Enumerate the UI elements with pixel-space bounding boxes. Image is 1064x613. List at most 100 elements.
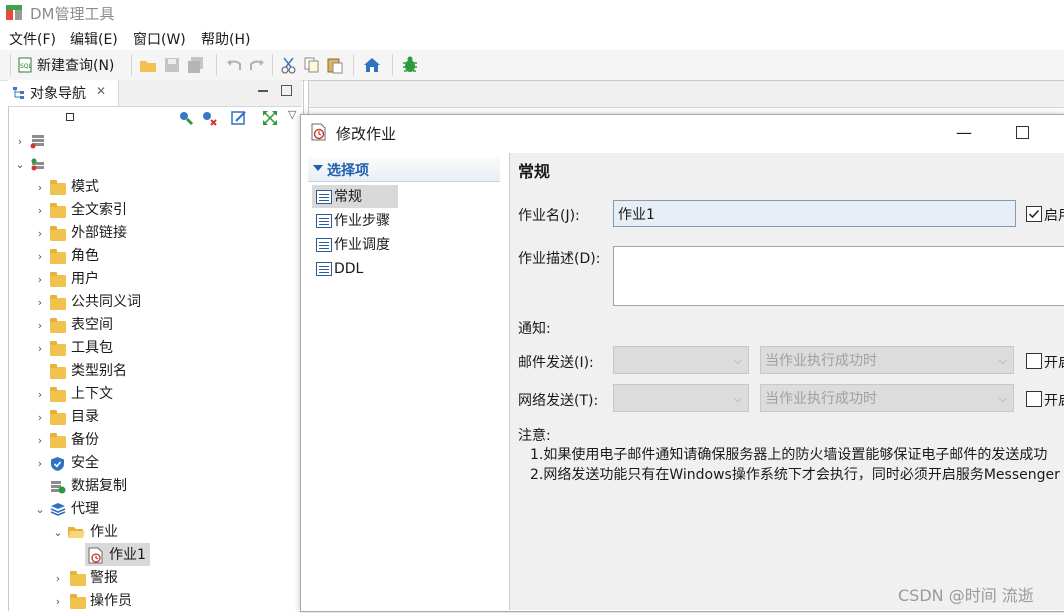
paste-icon[interactable] bbox=[326, 56, 344, 74]
mail-recipient-select[interactable]: ⌵ bbox=[613, 346, 749, 374]
chevron-right-icon[interactable]: › bbox=[34, 251, 46, 263]
nav-tab-label: 对象导航 bbox=[30, 86, 86, 102]
cut-icon[interactable] bbox=[280, 56, 298, 74]
tree-item-label: 备份 bbox=[71, 432, 99, 448]
undo-icon[interactable] bbox=[225, 56, 243, 74]
notify-label: 通知: bbox=[518, 321, 551, 337]
dialog-options-pane bbox=[301, 153, 510, 610]
chevron-right-icon[interactable]: › bbox=[34, 182, 46, 194]
folder-icon bbox=[50, 295, 66, 310]
tree-item-label: 数据复制 bbox=[71, 478, 127, 494]
chevron-right-icon[interactable]: › bbox=[34, 458, 46, 470]
menu-help[interactable]: 帮助(H) bbox=[201, 29, 250, 49]
section-title: 常规 bbox=[518, 162, 551, 181]
chevron-right-icon[interactable]: › bbox=[34, 412, 46, 424]
save-icon[interactable] bbox=[163, 56, 181, 74]
job-edit-icon bbox=[311, 123, 326, 141]
tree-item-label: 目录 bbox=[71, 409, 99, 425]
menu-window[interactable]: 窗口(W) bbox=[133, 29, 186, 49]
save-all-icon[interactable] bbox=[187, 56, 205, 74]
folder-icon bbox=[50, 180, 66, 195]
chevron-down-icon[interactable]: ⌄ bbox=[34, 504, 46, 516]
note-line-2: 2.网络发送功能只有在Windows操作系统下才会执行，同时必须开启服务Mess… bbox=[530, 467, 1060, 483]
tree-item-label: 类型别名 bbox=[71, 363, 127, 379]
minimize-view-icon[interactable] bbox=[258, 90, 268, 92]
tree-item-label: 作业1 bbox=[109, 547, 146, 563]
mail-enable-label: 开启 bbox=[1044, 355, 1064, 371]
chevron-right-icon[interactable]: › bbox=[34, 274, 46, 286]
dialog-titlebar bbox=[301, 115, 1064, 153]
chevron-right-icon[interactable]: › bbox=[34, 343, 46, 355]
toolbar-separator bbox=[353, 54, 354, 76]
new-query-label: 新建查询(N) bbox=[37, 58, 115, 74]
tree-item-label: 外部链接 bbox=[71, 225, 127, 241]
chevron-right-icon[interactable]: › bbox=[34, 297, 46, 309]
triangle-down-icon bbox=[313, 165, 323, 171]
replication-icon bbox=[51, 481, 66, 494]
dialog-minimize-button[interactable]: — bbox=[956, 123, 972, 142]
agent-stack-icon bbox=[50, 503, 66, 516]
copy-icon[interactable] bbox=[303, 56, 321, 74]
chevron-right-icon[interactable]: › bbox=[34, 435, 46, 447]
toolbar-separator bbox=[216, 54, 217, 76]
disconnect-icon[interactable] bbox=[200, 109, 218, 127]
folder-icon bbox=[70, 594, 86, 609]
folder-icon bbox=[50, 272, 66, 287]
chevron-right-icon[interactable]: › bbox=[34, 389, 46, 401]
toolbar-separator bbox=[392, 54, 393, 76]
job-desc-label: 作业描述(D): bbox=[518, 251, 601, 267]
job-document-icon bbox=[88, 547, 103, 564]
connect-icon[interactable] bbox=[177, 109, 195, 127]
job-name-input[interactable]: 作业1 bbox=[613, 200, 1016, 227]
note-line-1: 1.如果使用电子邮件通知请确保服务器上的防火墙设置能够保证电子邮件的发送成功 bbox=[530, 447, 1048, 463]
home-icon[interactable] bbox=[363, 56, 381, 74]
chevron-right-icon[interactable]: › bbox=[14, 136, 26, 148]
folder-icon bbox=[70, 571, 86, 586]
toolbar-separator bbox=[131, 54, 132, 76]
chevron-down-icon[interactable]: ⌄ bbox=[52, 527, 64, 539]
enable-checkbox[interactable] bbox=[1026, 206, 1042, 222]
chevron-right-icon[interactable]: › bbox=[52, 573, 64, 585]
new-query-button[interactable]: SQL 新建查询(N) bbox=[18, 52, 114, 78]
net-enable-checkbox[interactable] bbox=[1026, 391, 1042, 407]
folder-icon bbox=[50, 203, 66, 218]
net-condition-select[interactable]: 当作业执行成功时 ⌵ bbox=[760, 384, 1014, 412]
chevron-right-icon[interactable]: › bbox=[52, 596, 64, 608]
net-recipient-select[interactable]: ⌵ bbox=[613, 384, 749, 412]
watermark: CSDN @时间 流逝 bbox=[898, 586, 1034, 605]
app-title: DM管理工具 bbox=[30, 5, 115, 23]
mail-send-label: 邮件发送(I): bbox=[518, 355, 594, 371]
tree-item-label: 安全 bbox=[71, 455, 99, 471]
list-icon bbox=[316, 214, 332, 228]
redo-icon[interactable] bbox=[248, 56, 266, 74]
chevron-right-icon[interactable]: › bbox=[34, 228, 46, 240]
chevron-down-icon[interactable]: ⌄ bbox=[14, 159, 26, 171]
note-title: 注意: bbox=[518, 428, 551, 444]
note-block: 1.如果使用电子邮件通知请确保服务器上的防火墙设置能够保证电子邮件的发送成功 2… bbox=[530, 444, 1064, 488]
mail-condition-select[interactable]: 当作业执行成功时 ⌵ bbox=[760, 346, 1014, 374]
chevron-right-icon[interactable]: › bbox=[34, 320, 46, 332]
toolbar bbox=[0, 50, 1064, 81]
close-tab-icon[interactable]: ✕ bbox=[96, 84, 106, 98]
expand-arrows-icon[interactable] bbox=[261, 109, 279, 127]
job-name-value: 作业1 bbox=[618, 207, 655, 223]
job-desc-textarea[interactable] bbox=[613, 246, 1064, 306]
edit-icon[interactable] bbox=[230, 109, 248, 127]
open-folder-icon[interactable] bbox=[139, 56, 157, 74]
debug-bug-icon[interactable] bbox=[401, 56, 419, 74]
dialog-maximize-button[interactable] bbox=[1016, 126, 1029, 139]
enable-label: 启用 bbox=[1044, 208, 1064, 224]
tree-item-label: 警报 bbox=[90, 570, 118, 586]
collapse-all-icon[interactable] bbox=[66, 113, 74, 121]
chevron-down-icon: ⌵ bbox=[998, 354, 1007, 367]
mail-enable-checkbox[interactable] bbox=[1026, 353, 1042, 369]
net-enable-label: 开启 bbox=[1044, 393, 1064, 409]
menu-edit[interactable]: 编辑(E) bbox=[70, 29, 118, 49]
tree-item-label: 用户 bbox=[71, 271, 99, 287]
dialog-title: 修改作业 bbox=[336, 125, 397, 143]
view-menu-icon[interactable]: ▽ bbox=[288, 108, 296, 121]
menu-file[interactable]: 文件(F) bbox=[9, 29, 56, 49]
tree-item-label: 上下文 bbox=[71, 386, 113, 402]
chevron-right-icon[interactable]: › bbox=[34, 205, 46, 217]
maximize-view-icon[interactable] bbox=[281, 85, 292, 96]
